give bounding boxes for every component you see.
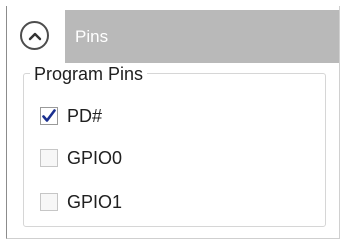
checkmark-icon <box>42 109 56 122</box>
pin-row-pd[interactable]: PD# <box>40 103 102 129</box>
pin-row-gpio1[interactable]: GPIO1 <box>40 189 122 215</box>
gpio0-label: GPIO0 <box>67 147 123 168</box>
pins-panel-header: Pins <box>7 6 339 65</box>
chevron-up-icon <box>28 32 41 40</box>
panel-title: Pins <box>75 26 109 46</box>
gpio1-checkbox[interactable] <box>40 193 58 211</box>
collapse-cell <box>7 6 62 65</box>
gpio0-checkbox[interactable] <box>40 149 58 167</box>
pd-checkbox[interactable] <box>40 107 58 125</box>
pd-label: PD# <box>67 105 103 126</box>
program-pins-legend: Program Pins <box>30 64 148 84</box>
gpio1-label: GPIO1 <box>67 191 123 212</box>
collapse-button[interactable] <box>20 21 49 50</box>
panel-header-bar[interactable]: Pins <box>65 10 339 63</box>
pin-row-gpio0[interactable]: GPIO0 <box>40 145 122 171</box>
